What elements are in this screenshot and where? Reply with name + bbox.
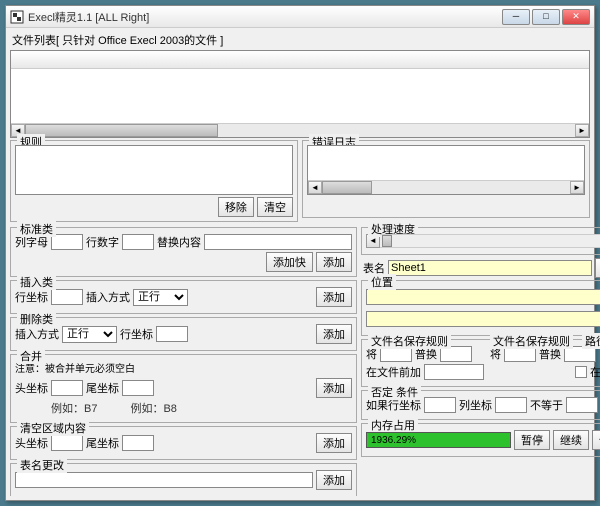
minimize-button[interactable]: ─ [502, 9, 530, 25]
rules-list[interactable] [15, 145, 293, 195]
sheet-ok-button[interactable]: 确定 [595, 258, 600, 278]
window-title: Execl精灵1.1 [ALL Right] [28, 9, 502, 25]
insert-add-button[interactable]: 添加 [316, 287, 352, 307]
standard-add-button[interactable]: 添加 [316, 252, 352, 272]
delete-panel: 删除类 插入方式 正行 行坐标 添加 [10, 317, 357, 351]
titlebar[interactable]: Execl精灵1.1 [ALL Right] ─ □ ✕ [6, 6, 594, 28]
save-dir-input[interactable] [366, 311, 600, 327]
close-button[interactable]: ✕ [562, 9, 590, 25]
filelist-label: 文件列表[ 只针对 Office Execl 2003的文件 ] [8, 30, 592, 50]
app-icon [10, 10, 24, 24]
memory-progress: 1936.29% [366, 432, 511, 448]
clear-tail-input[interactable] [122, 435, 154, 451]
negate-panel: 否定 条件 如果行坐标 列坐标 不等于 就忽略该文件 [361, 390, 600, 420]
merge-tail-input[interactable] [122, 380, 154, 396]
rename-sheet-input[interactable] [15, 472, 313, 488]
negate-value-input[interactable] [566, 397, 598, 413]
merge-add-button[interactable]: 添加 [316, 378, 352, 398]
standard-panel: 标准类 列字母 行数字 替换内容 添加快 添加 [10, 227, 357, 277]
replace-content-input[interactable] [204, 234, 352, 250]
errorlog-scrollbar[interactable]: ◄► [308, 180, 584, 194]
file-list[interactable]: ◄ ► [10, 50, 590, 138]
errorlog-list[interactable]: ◄► [307, 145, 585, 195]
insert-row-input[interactable] [51, 289, 83, 305]
pause-button[interactable]: 暂停 [514, 430, 550, 450]
merge-head-input[interactable] [51, 380, 83, 396]
sheet-name-input[interactable] [388, 260, 592, 276]
rename-sheet-panel: 表名更改 添加 [10, 463, 357, 496]
continue-button[interactable]: 继续 [553, 430, 589, 450]
delete-row-input[interactable] [156, 326, 188, 342]
negate-row-input[interactable] [424, 397, 456, 413]
merge-panel: 合并 注意：被合并单元必须空白 头坐标 尾坐标 添加 例如：B7 例如：B8 [10, 354, 357, 423]
filename-rule-panel: 文件名保存规则 文件名保存规则 路径前不能含有 将 普换 将 普换 在文件前加 [361, 339, 600, 387]
clear-head-input[interactable] [51, 435, 83, 451]
rules-clear-button[interactable]: 清空 [257, 197, 293, 217]
speed-slider[interactable]: ◄► [366, 232, 600, 250]
open-dir-input[interactable] [366, 289, 600, 305]
negate-col-input[interactable] [495, 397, 527, 413]
rules-panel: 规则 移除 清空 [10, 140, 298, 222]
clear-add-button[interactable]: 添加 [316, 433, 352, 453]
add-fast-button[interactable]: 添加快 [266, 252, 313, 272]
clear-region-panel: 清空区域内容 头坐标 尾坐标 添加 [10, 426, 357, 460]
stop-button[interactable]: 停止 [592, 430, 600, 450]
insert-mode-select[interactable]: 正行 [133, 289, 188, 306]
memory-panel: 内存占用 1936.29% 暂停 继续 停止 开始 [361, 423, 600, 457]
insert-panel: 插入类 行坐标 插入方式 正行 添加 [10, 280, 357, 314]
filelist-scrollbar[interactable]: ◄ ► [11, 123, 589, 137]
row-num-input[interactable] [122, 234, 154, 250]
speed-panel: 处理速度 ◄► [361, 227, 600, 255]
delete-mode-select[interactable]: 正行 [62, 326, 117, 343]
rename-add-button[interactable]: 添加 [316, 470, 352, 490]
rules-remove-button[interactable]: 移除 [218, 197, 254, 217]
errorlog-panel: 错误日志 ◄► [302, 140, 590, 218]
delete-add-button[interactable]: 添加 [316, 324, 352, 344]
main-window: Execl精灵1.1 [ALL Right] ─ □ ✕ 文件列表[ 只针对 O… [5, 5, 595, 501]
edit-source-checkbox[interactable] [575, 366, 587, 378]
filename-prefix-input[interactable] [424, 364, 484, 380]
position-panel: 位置 打开目录 保存目录 [361, 280, 600, 336]
maximize-button[interactable]: □ [532, 9, 560, 25]
